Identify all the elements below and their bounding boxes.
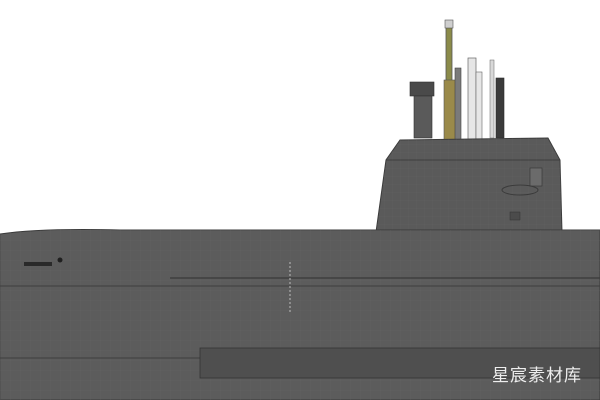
mast-short: [454, 67, 462, 141]
hull-marker: [57, 257, 63, 263]
hull-hatch: [24, 262, 52, 266]
submarine-drawing: [0, 19, 600, 400]
tower-panel: [509, 211, 521, 221]
mast-cap: [444, 19, 454, 29]
antenna-stem: [413, 95, 433, 139]
mast-dark: [495, 77, 505, 139]
mast-thin: [489, 59, 495, 139]
watermark-text: 星宸素材库: [492, 366, 582, 386]
tower-hatch: [529, 167, 543, 187]
conning-tower: [375, 137, 563, 233]
antenna-box: [409, 81, 435, 97]
mast-light: [467, 57, 477, 141]
mast-olive-lower: [443, 79, 457, 141]
mast-light-2: [475, 71, 483, 141]
periscope-masts: [409, 19, 505, 143]
submarine-illustration: 星宸素材库: [0, 0, 600, 400]
